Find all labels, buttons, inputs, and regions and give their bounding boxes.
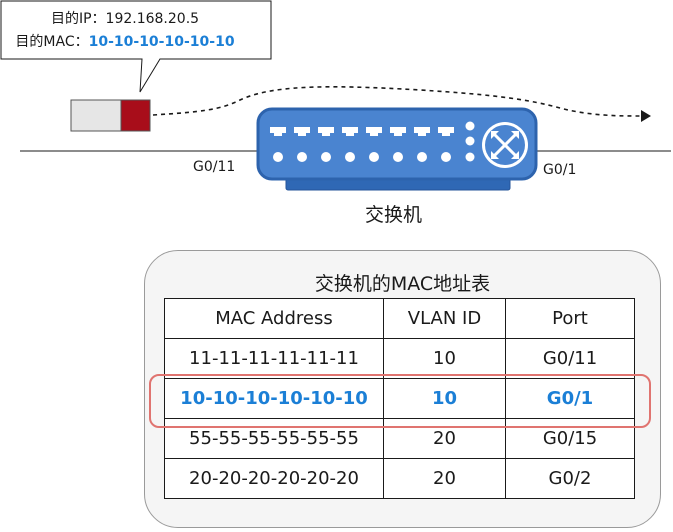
frame-body bbox=[70, 99, 122, 132]
left-port-label: G0/11 bbox=[193, 159, 236, 175]
dest-mac-line: 目的MAC：10-10-10-10-10-10 bbox=[0, 31, 250, 51]
switch-icon bbox=[256, 107, 538, 191]
port-cell: G0/2 bbox=[505, 458, 635, 499]
dest-ip-line: 目的IP：192.168.20.5 bbox=[0, 8, 250, 28]
port-cell: G0/11 bbox=[505, 338, 635, 379]
switch-led-icon bbox=[417, 152, 427, 162]
switch-led-icon bbox=[297, 152, 307, 162]
switch-status-led-icon bbox=[465, 152, 475, 162]
table-header-row: MAC Address VLAN ID Port bbox=[164, 298, 635, 339]
column-header-mac: MAC Address bbox=[164, 298, 384, 339]
mac-cell: 20-20-20-20-20-20 bbox=[164, 458, 384, 499]
switch-led-icon bbox=[345, 152, 355, 162]
dest-mac-value: 10-10-10-10-10-10 bbox=[88, 34, 235, 50]
frame-header bbox=[120, 99, 151, 132]
table-row: 11-11-11-11-11-11 10 G0/11 bbox=[164, 338, 635, 379]
dest-ip-value: 192.168.20.5 bbox=[105, 11, 200, 27]
switch-status-led-icon bbox=[465, 136, 475, 146]
column-header-port: Port bbox=[505, 298, 635, 339]
switch-status-led-icon bbox=[465, 121, 475, 131]
column-header-vlan: VLAN ID bbox=[383, 298, 506, 339]
switch-label: 交换机 bbox=[365, 204, 423, 226]
vlan-cell: 20 bbox=[383, 458, 506, 499]
dest-mac-label: 目的MAC： bbox=[15, 34, 89, 50]
highlight-outline bbox=[149, 374, 651, 428]
switch-led-icon bbox=[441, 152, 451, 162]
switch-led-icon bbox=[369, 152, 379, 162]
switch-led-icon bbox=[273, 152, 283, 162]
table-row: 20-20-20-20-20-20 20 G0/2 bbox=[164, 458, 635, 499]
mac-table-title: 交换机的MAC地址表 bbox=[314, 273, 491, 295]
mac-cell: 11-11-11-11-11-11 bbox=[164, 338, 384, 379]
dest-ip-label: 目的IP： bbox=[50, 11, 106, 27]
switch-led-icon bbox=[393, 152, 403, 162]
right-port-label: G0/1 bbox=[543, 162, 577, 178]
arrow-head-icon bbox=[641, 110, 651, 122]
vlan-cell: 10 bbox=[383, 338, 506, 379]
switch-led-icon bbox=[321, 152, 331, 162]
